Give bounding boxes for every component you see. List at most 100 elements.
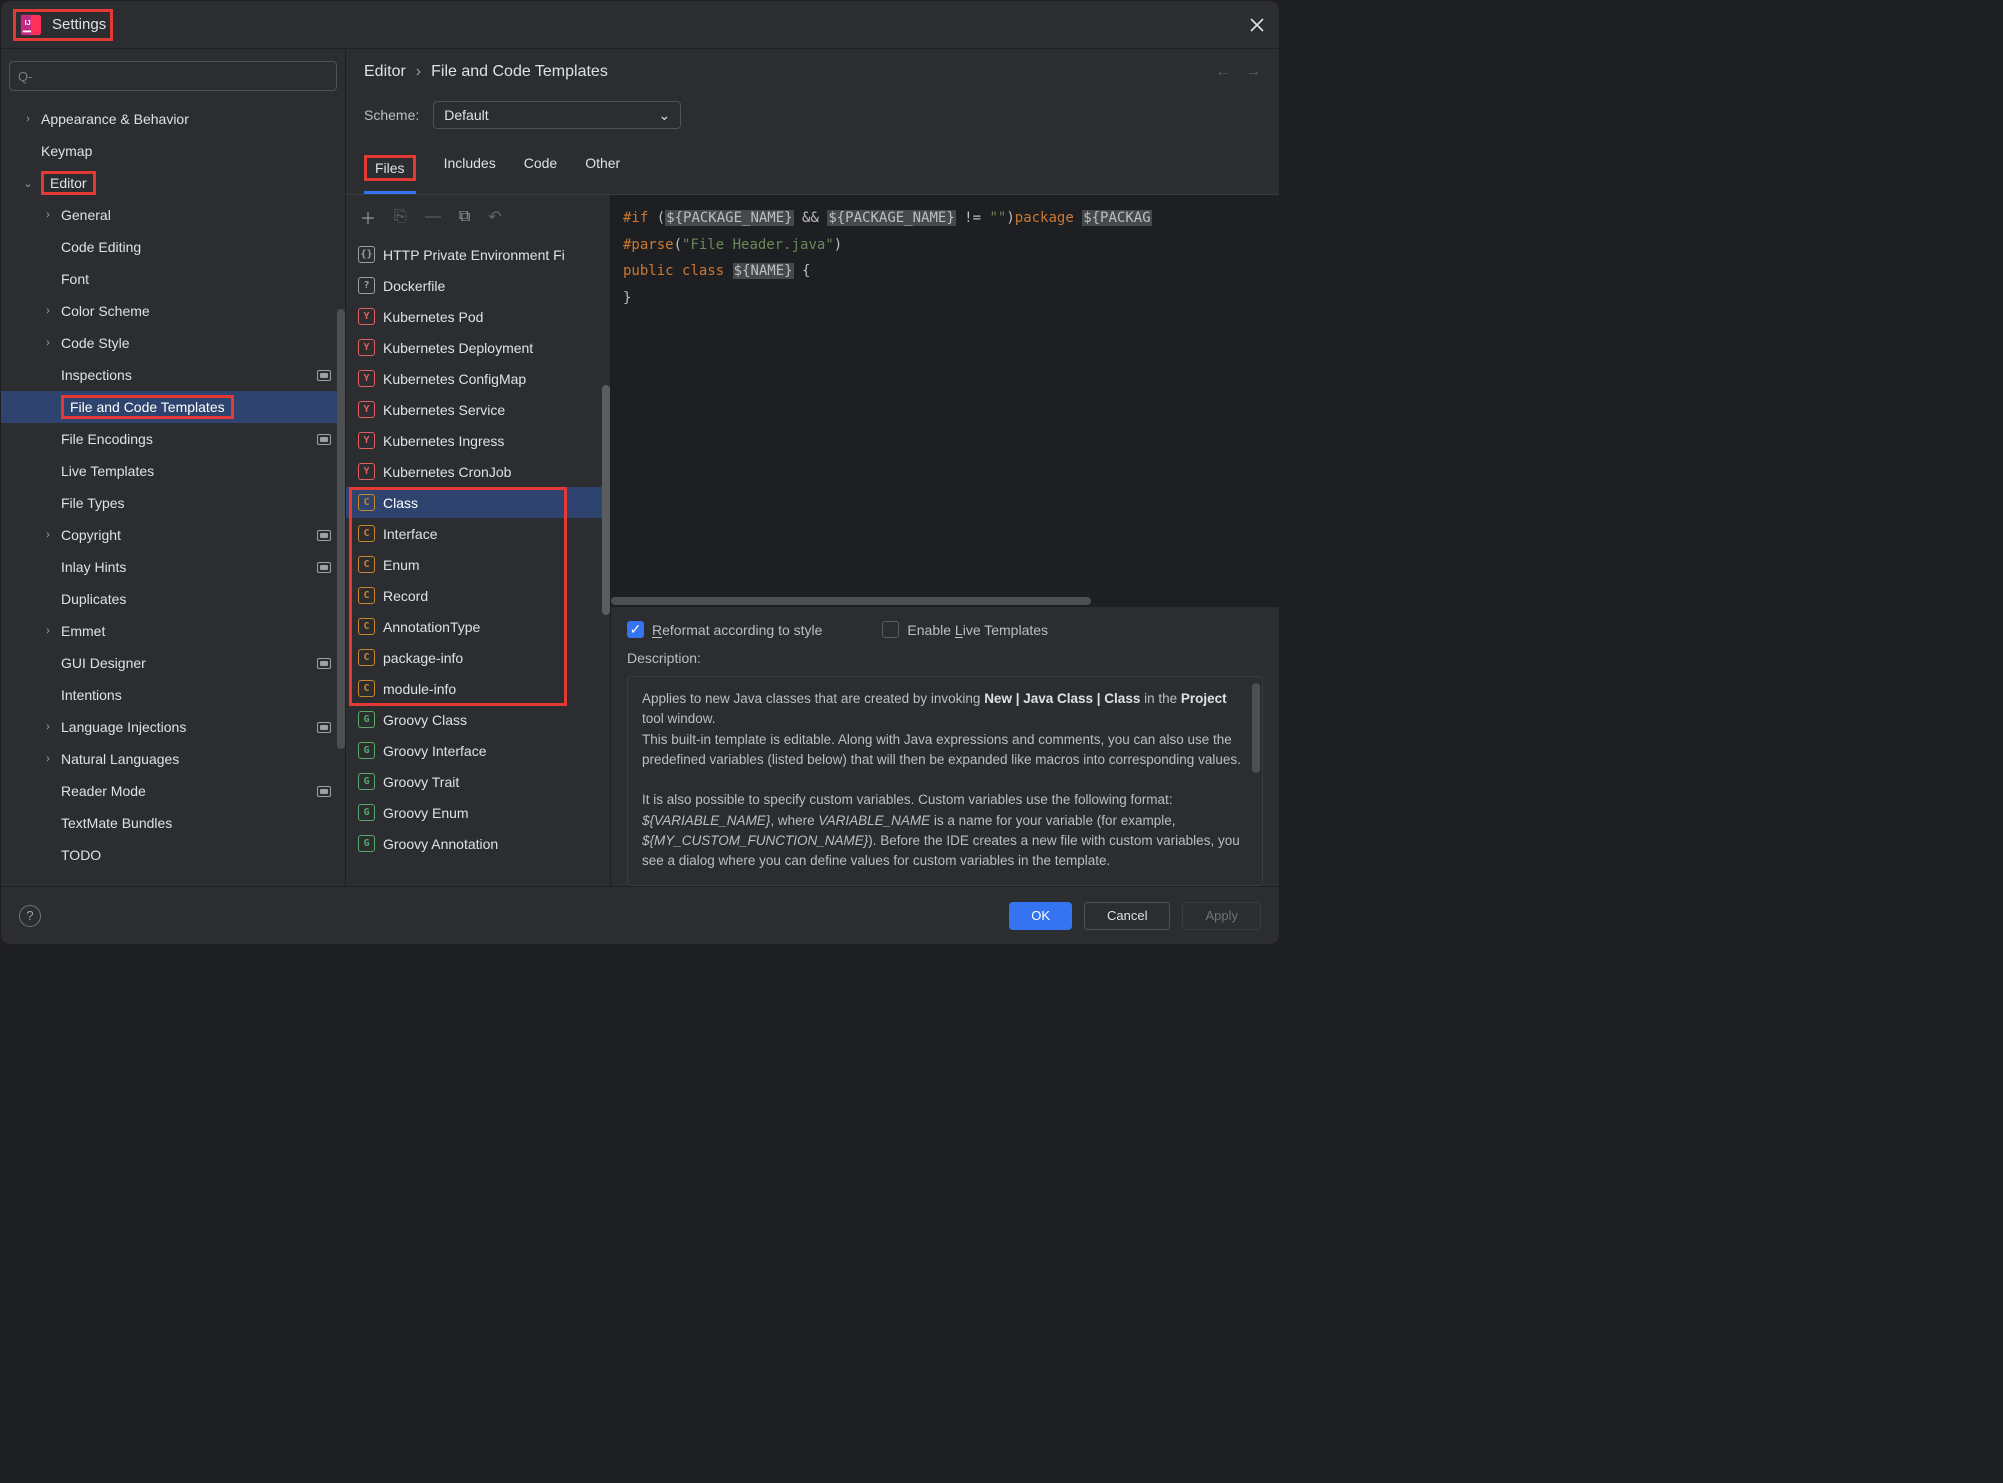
scrollbar-thumb[interactable] xyxy=(1252,683,1260,773)
horizontal-scrollbar[interactable] xyxy=(611,595,1279,607)
sidebar-item-color-scheme[interactable]: ›Color Scheme xyxy=(1,295,345,327)
y-file-icon: Y xyxy=(358,339,375,356)
template-item-http-private-environment-fi[interactable]: {}HTTP Private Environment Fi xyxy=(346,239,610,270)
apply-button[interactable]: Apply xyxy=(1182,902,1261,930)
sidebar-item-file-types[interactable]: File Types xyxy=(1,487,345,519)
q-file-icon: ? xyxy=(358,277,375,294)
scrollbar-thumb[interactable] xyxy=(337,309,345,749)
window-title: Settings xyxy=(52,16,106,33)
sidebar-item-label: Copyright xyxy=(61,527,121,543)
y-file-icon: Y xyxy=(358,370,375,387)
sidebar-item-language-injections[interactable]: ›Language Injections xyxy=(1,711,345,743)
sidebar-item-textmate-bundles[interactable]: TextMate Bundles xyxy=(1,807,345,839)
sidebar-item-appearance-behavior[interactable]: › Appearance & Behavior xyxy=(1,103,345,135)
help-icon[interactable]: ? xyxy=(19,905,41,927)
g-file-icon: G xyxy=(358,804,375,821)
breadcrumb-item: File and Code Templates xyxy=(431,63,608,81)
copy-from-icon[interactable]: ⎘ xyxy=(394,208,407,226)
tab-files[interactable]: Files xyxy=(364,147,416,194)
template-item-groovy-class[interactable]: GGroovy Class xyxy=(346,704,610,735)
template-item-kubernetes-ingress[interactable]: YKubernetes Ingress xyxy=(346,425,610,456)
template-label: Groovy Annotation xyxy=(383,836,498,852)
sidebar-item-general[interactable]: ›General xyxy=(1,199,345,231)
template-label: Class xyxy=(383,495,418,511)
template-item-interface[interactable]: CInterface xyxy=(346,518,610,549)
scheme-select[interactable]: Default ⌄ xyxy=(433,101,681,129)
sidebar-item-live-templates[interactable]: Live Templates xyxy=(1,455,345,487)
template-item-groovy-interface[interactable]: GGroovy Interface xyxy=(346,735,610,766)
sidebar-item-emmet[interactable]: ›Emmet xyxy=(1,615,345,647)
template-label: module-info xyxy=(383,681,456,697)
template-item-kubernetes-deployment[interactable]: Y Kubernetes Deployment xyxy=(346,332,610,363)
template-item-record[interactable]: CRecord xyxy=(346,580,610,611)
chevron-right-icon: › xyxy=(416,63,421,81)
sidebar-item-intentions[interactable]: Intentions xyxy=(1,679,345,711)
sidebar-item-label: Natural Languages xyxy=(61,751,179,767)
search-input[interactable]: Q- xyxy=(9,61,337,91)
sidebar-item-todo[interactable]: TODO xyxy=(1,839,345,871)
sidebar-item-editor[interactable]: ⌄Editor xyxy=(1,167,345,199)
template-item-kubernetes-pod[interactable]: YKubernetes Pod xyxy=(346,301,610,332)
template-item-module-info[interactable]: Cmodule-info xyxy=(346,673,610,704)
copy-icon[interactable]: ⧉ xyxy=(459,208,470,226)
ok-button[interactable]: OK xyxy=(1009,902,1072,930)
y-file-icon: Y xyxy=(358,432,375,449)
sidebar-item-inlay-hints[interactable]: Inlay Hints xyxy=(1,551,345,583)
template-label: Groovy Class xyxy=(383,712,467,728)
template-item-kubernetes-cronjob[interactable]: YKubernetes CronJob xyxy=(346,456,610,487)
template-item-package-info[interactable]: Cpackage-info xyxy=(346,642,610,673)
sidebar-item-copyright[interactable]: › Copyright xyxy=(1,519,345,551)
forward-icon[interactable]: → xyxy=(1245,63,1261,81)
template-item-groovy-trait[interactable]: GGroovy Trait xyxy=(346,766,610,797)
braces-file-icon: {} xyxy=(358,246,375,263)
tab-other[interactable]: Other xyxy=(585,147,620,194)
template-item-groovy-annotation[interactable]: GGroovy Annotation xyxy=(346,828,610,859)
chevron-right-icon: › xyxy=(41,529,55,541)
template-item-dockerfile[interactable]: ?Dockerfile xyxy=(346,270,610,301)
template-label: Kubernetes Pod xyxy=(383,309,483,325)
sidebar-item-label: Appearance & Behavior xyxy=(41,111,189,127)
sidebar-item-file-and-code-templates[interactable]: File and Code Templates xyxy=(1,391,345,423)
live-templates-checkbox[interactable]: Enable Live Templates xyxy=(882,621,1048,638)
template-item-kubernetes-configmap[interactable]: YKubernetes ConfigMap xyxy=(346,363,610,394)
cancel-button[interactable]: Cancel xyxy=(1084,902,1170,930)
template-item-enum[interactable]: CEnum xyxy=(346,549,610,580)
reformat-checkbox[interactable]: ✓ Reformat according to style xyxy=(627,621,822,638)
sidebar-item-file-encodings[interactable]: File Encodings xyxy=(1,423,345,455)
sidebar-item-code-style[interactable]: ›Code Style xyxy=(1,327,345,359)
chevron-down-icon: ⌄ xyxy=(21,177,35,190)
sidebar-item-natural-languages[interactable]: ›Natural Languages xyxy=(1,743,345,775)
close-icon[interactable] xyxy=(1247,15,1267,35)
sidebar-item-code-editing[interactable]: Code Editing xyxy=(1,231,345,263)
breadcrumb-item: Editor xyxy=(364,63,406,81)
sidebar-item-keymap[interactable]: Keymap xyxy=(1,135,345,167)
tab-code[interactable]: Code xyxy=(524,147,557,194)
template-code-editor[interactable]: #if (${PACKAGE_NAME} && ${PACKAGE_NAME} … xyxy=(611,195,1279,595)
add-icon[interactable]: ＋ xyxy=(360,205,376,229)
undo-icon[interactable]: ↶ xyxy=(488,207,501,227)
template-item-groovy-enum[interactable]: GGroovy Enum xyxy=(346,797,610,828)
tab-includes[interactable]: Includes xyxy=(444,147,496,194)
project-badge-icon xyxy=(317,434,331,445)
template-item-class[interactable]: CClass xyxy=(346,487,610,518)
template-item-annotationtype[interactable]: CAnnotationType xyxy=(346,611,610,642)
y-file-icon: Y xyxy=(358,463,375,480)
back-icon[interactable]: ← xyxy=(1215,63,1231,81)
sidebar-item-gui-designer[interactable]: GUI Designer xyxy=(1,647,345,679)
g-file-icon: G xyxy=(358,773,375,790)
sidebar-item-label: TextMate Bundles xyxy=(61,815,172,831)
sidebar-item-font[interactable]: Font xyxy=(1,263,345,295)
search-icon: Q- xyxy=(18,69,32,84)
remove-icon[interactable]: — xyxy=(425,208,441,226)
template-label: Kubernetes Deployment xyxy=(383,340,533,356)
sidebar-item-inspections[interactable]: Inspections xyxy=(1,359,345,391)
template-item-kubernetes-service[interactable]: YKubernetes Service xyxy=(346,394,610,425)
sidebar-item-reader-mode[interactable]: Reader Mode xyxy=(1,775,345,807)
sidebar-item-duplicates[interactable]: Duplicates xyxy=(1,583,345,615)
breadcrumb: Editor › File and Code Templates ← → xyxy=(346,49,1279,87)
scrollbar-thumb[interactable] xyxy=(602,385,610,615)
sidebar-item-label: Inspections xyxy=(61,367,132,383)
chevron-right-icon: › xyxy=(21,113,35,125)
chevron-right-icon: › xyxy=(41,625,55,637)
sidebar-item-label: File Encodings xyxy=(61,431,153,447)
